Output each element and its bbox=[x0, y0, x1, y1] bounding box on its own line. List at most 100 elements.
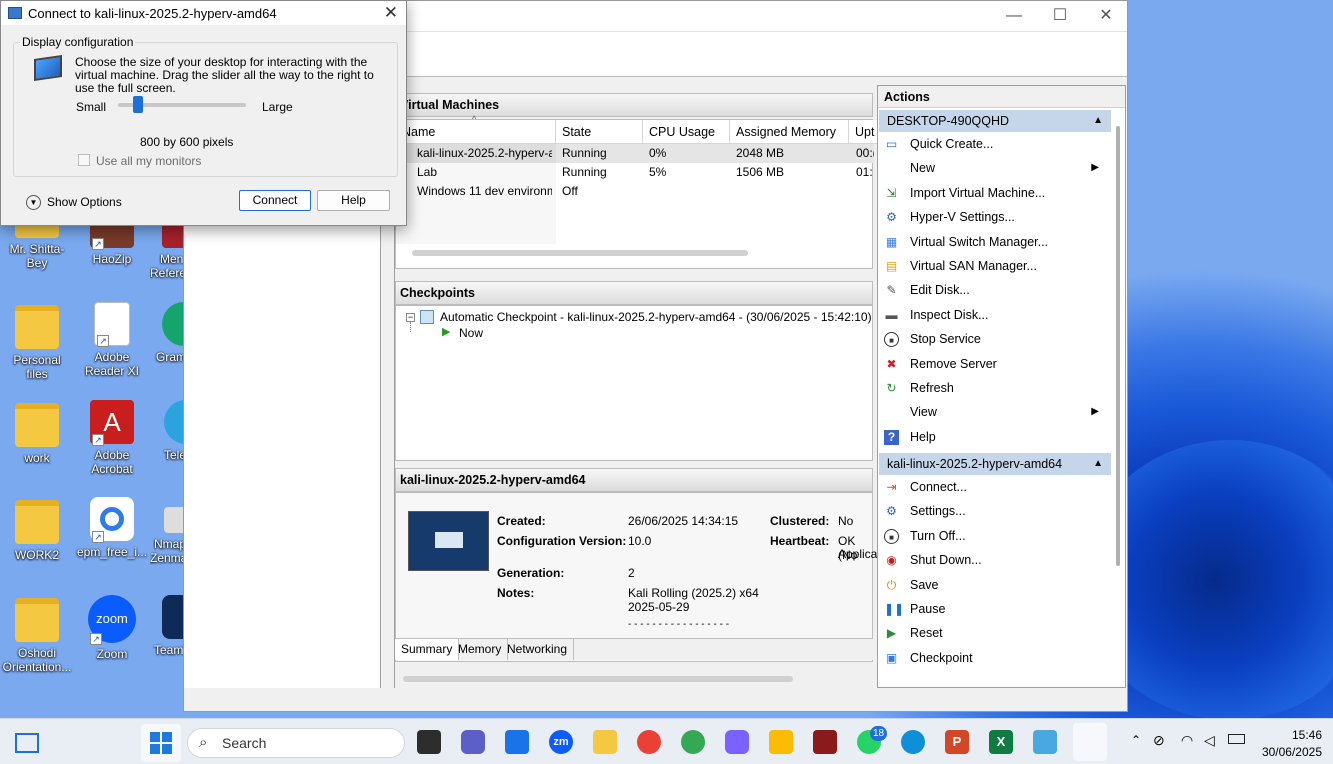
resolution-slider[interactable] bbox=[118, 96, 246, 113]
action-pause[interactable]: ❚❚ Pause bbox=[878, 597, 1125, 621]
chrome-profile-icon[interactable] bbox=[681, 730, 705, 754]
action-edit-disk[interactable]: ✎ Edit Disk... bbox=[878, 278, 1125, 302]
desktop-icon-personal-files[interactable]: Personal files bbox=[2, 305, 72, 381]
action-save[interactable]: ⏻ Save bbox=[878, 573, 1125, 597]
chevron-down-icon[interactable]: ▼ bbox=[26, 195, 41, 210]
desktop-icon-oshodi[interactable]: Oshodi Orientation... bbox=[2, 598, 72, 674]
edge-icon[interactable] bbox=[901, 730, 925, 754]
widgets-icon[interactable] bbox=[15, 733, 39, 753]
hyperv-taskbar-icon[interactable] bbox=[1033, 730, 1057, 754]
host-section-header[interactable]: DESKTOP-490QQHD ▲ bbox=[879, 110, 1111, 132]
vm-actions-list: ⇥ Connect... ⚙ Settings... ■ Turn Off... ◉ Shut… bbox=[878, 475, 1125, 671]
excel-icon[interactable]: X bbox=[989, 730, 1013, 754]
teams-icon[interactable] bbox=[461, 730, 485, 754]
dialog-title-bar: Connect to kali-linux-2025.2-hyperv-amd6… bbox=[1, 1, 406, 25]
minimize-button[interactable]: — bbox=[994, 5, 1034, 27]
vertical-scrollbar[interactable] bbox=[1116, 126, 1120, 566]
pause-icon: ❚❚ bbox=[884, 602, 905, 617]
desktop-icon-telegram[interactable]: Telegram bbox=[150, 400, 186, 462]
folder-icon bbox=[15, 305, 59, 349]
config-label: Configuration Version: bbox=[497, 534, 627, 548]
use-all-monitors-checkbox[interactable] bbox=[78, 154, 90, 166]
desktop-icon-teamviewer[interactable]: TeamViewer bbox=[150, 595, 186, 657]
desktop-icon-zenmap[interactable]: Nmap Zenmap bbox=[150, 507, 186, 565]
action-inspect-disk[interactable]: ▬ Inspect Disk... bbox=[878, 303, 1125, 327]
action-checkpoint[interactable]: ▣ Checkpoint bbox=[878, 646, 1125, 670]
clock-date[interactable]: 30/06/2025 bbox=[1258, 745, 1322, 759]
desktop-icon-adobe-acrobat[interactable]: A ↗ Adobe Acrobat bbox=[77, 400, 147, 476]
copilot-icon[interactable] bbox=[725, 730, 749, 754]
zoom-taskbar-icon[interactable]: zm bbox=[549, 730, 573, 754]
checkpoint-item[interactable]: Automatic Checkpoint - kali-linux-2025.2… bbox=[440, 310, 872, 324]
bible-app-icon[interactable] bbox=[813, 730, 837, 754]
stop-icon: ■ bbox=[884, 332, 899, 348]
checkpoint-now[interactable]: Now bbox=[459, 326, 483, 340]
action-revert[interactable]: ↶Revert... bbox=[878, 670, 1125, 671]
desktop-icon-work[interactable]: work bbox=[2, 403, 72, 465]
action-settings[interactable]: ⚙ Settings... bbox=[878, 499, 1125, 523]
action-import-virtual-machine[interactable]: ⇲ Import Virtual Machine... bbox=[878, 181, 1125, 205]
battery-icon[interactable] bbox=[1228, 734, 1245, 744]
vm-section-header[interactable]: kali-linux-2025.2-hyperv-amd64 ▲ bbox=[879, 453, 1111, 476]
chrome-icon[interactable] bbox=[637, 730, 661, 754]
display-config-group: Display configuration Choose the size of… bbox=[13, 35, 398, 177]
action-reset[interactable]: ▶ Reset bbox=[878, 621, 1125, 645]
action-help[interactable]: ? Help bbox=[878, 425, 1125, 449]
action-new[interactable]: New ▶ bbox=[878, 156, 1125, 180]
help-button[interactable]: Help bbox=[317, 190, 390, 211]
clustered-label: Clustered: bbox=[770, 514, 830, 528]
close-icon[interactable]: ✕ bbox=[384, 3, 398, 23]
desktop-icon-haozip[interactable]: ↗ HaoZip bbox=[77, 220, 147, 266]
save-icon: ⏻ bbox=[886, 577, 897, 592]
powerpoint-icon[interactable]: P bbox=[945, 730, 969, 754]
collapse-icon[interactable]: − bbox=[406, 313, 415, 322]
task-view-icon[interactable] bbox=[417, 730, 441, 754]
action-virtual-san-manager[interactable]: ▤ Virtual SAN Manager... bbox=[878, 254, 1125, 278]
action-label: New bbox=[910, 161, 936, 176]
google-drive-icon[interactable] bbox=[769, 730, 793, 754]
tab-memory[interactable]: Memory bbox=[452, 639, 509, 660]
volume-icon[interactable]: ◁ bbox=[1204, 732, 1215, 749]
tab-networking[interactable]: Networking bbox=[501, 639, 575, 660]
action-stop-service[interactable]: ■ Stop Service bbox=[878, 327, 1125, 351]
wifi-icon[interactable]: ◠ bbox=[1181, 732, 1193, 749]
connect-button[interactable]: Connect bbox=[239, 190, 311, 211]
clock-time[interactable]: 15:46 bbox=[1290, 728, 1322, 742]
action-connect[interactable]: ⇥ Connect... bbox=[878, 475, 1125, 499]
action-label: Turn Off... bbox=[910, 528, 966, 543]
network-off-icon[interactable]: ⊘ bbox=[1153, 732, 1165, 749]
action-shut-down[interactable]: ◉ Shut Down... bbox=[878, 548, 1125, 572]
desktop-icon-adobe-reader[interactable]: ↗ Adobe Reader XI bbox=[77, 302, 147, 378]
store-icon[interactable] bbox=[505, 730, 529, 754]
windows-start-icon[interactable] bbox=[150, 732, 172, 754]
action-virtual-switch-manager[interactable]: ▦ Virtual Switch Manager... bbox=[878, 230, 1125, 254]
column-header-cpu[interactable]: CPU Usage bbox=[643, 120, 730, 144]
action-refresh[interactable]: ↻ Refresh bbox=[878, 376, 1125, 400]
desktop-icon-grammarly[interactable]: Grammarly bbox=[150, 302, 186, 364]
search-box[interactable]: ⌕ Search bbox=[187, 728, 405, 758]
desktop-icon-work2[interactable]: WORK2 bbox=[2, 500, 72, 562]
collapse-up-icon: ▲ bbox=[1093, 115, 1103, 126]
action-remove-server[interactable]: ✖ Remove Server bbox=[878, 352, 1125, 376]
desktop-icon-epm[interactable]: ↗ epm_free_i... bbox=[77, 497, 147, 559]
horizontal-scrollbar[interactable] bbox=[412, 250, 748, 256]
action-hyper-v-settings[interactable]: ⚙ Hyper-V Settings... bbox=[878, 205, 1125, 229]
column-header-state[interactable]: State bbox=[556, 120, 643, 144]
vm-thumbnail[interactable] bbox=[408, 511, 489, 571]
action-quick-create[interactable]: ▭ Quick Create... bbox=[878, 132, 1125, 156]
close-button[interactable]: ✕ bbox=[1086, 5, 1126, 27]
search-placeholder: Search bbox=[222, 735, 267, 751]
action-turn-off[interactable]: ■ Turn Off... bbox=[878, 524, 1125, 548]
file-explorer-icon[interactable] bbox=[593, 730, 617, 754]
column-header-uptime[interactable]: Upt bbox=[849, 120, 879, 144]
action-label: Shut Down... bbox=[910, 553, 982, 568]
action-view[interactable]: View ▶ bbox=[878, 400, 1125, 424]
chevron-up-icon[interactable]: ⌃ bbox=[1131, 733, 1141, 747]
tab-summary[interactable]: Summary bbox=[395, 639, 460, 660]
slider-thumb[interactable] bbox=[133, 96, 144, 113]
column-header-memory[interactable]: Assigned Memory bbox=[730, 120, 849, 144]
desktop-icon-zoom[interactable]: zoom ↗ Zoom bbox=[77, 595, 147, 661]
horizontal-scrollbar[interactable] bbox=[403, 676, 793, 682]
show-options-button[interactable]: Show Options bbox=[47, 195, 122, 209]
maximize-button[interactable]: ☐ bbox=[1040, 5, 1080, 27]
